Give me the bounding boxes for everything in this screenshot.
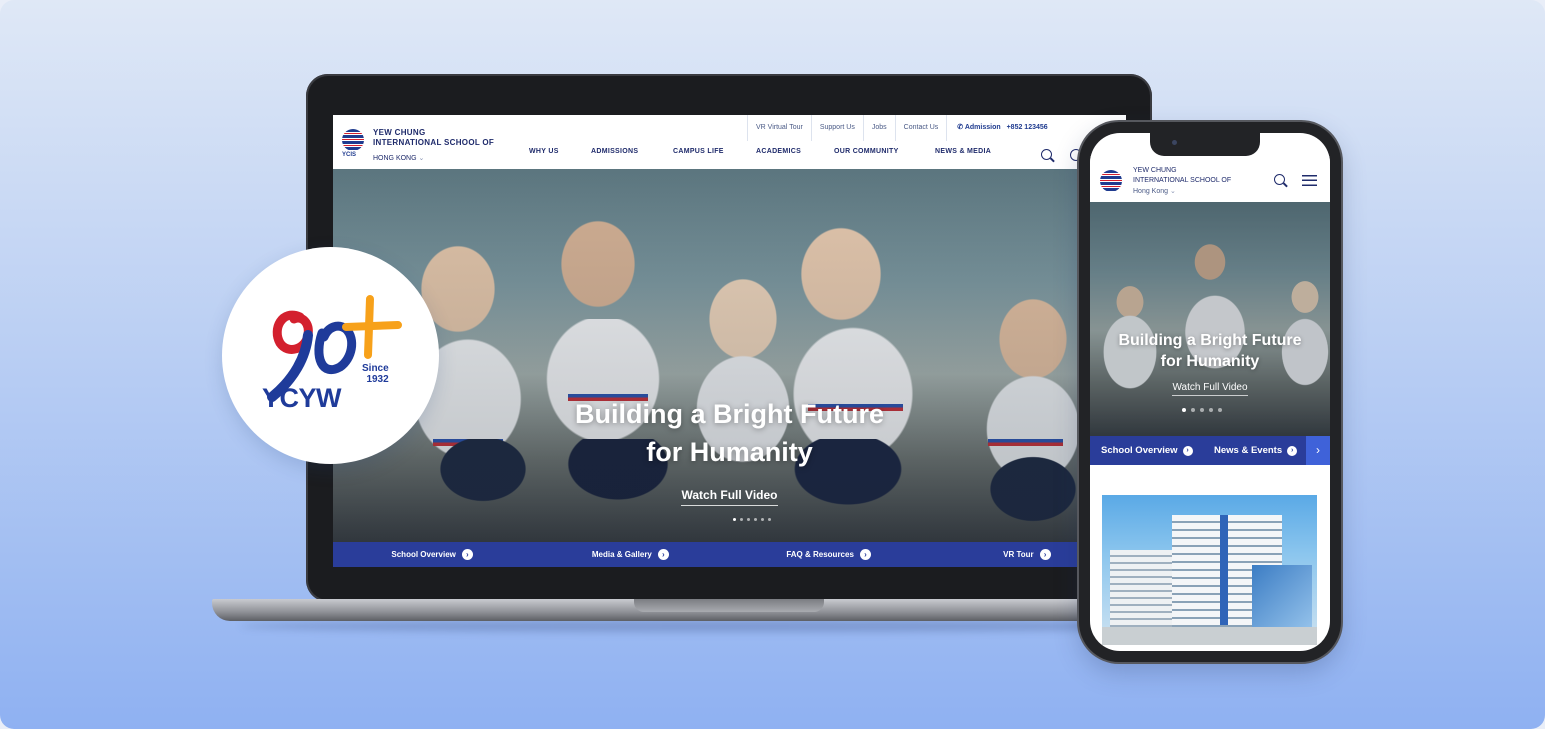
phone-icon: ✆ xyxy=(957,124,964,131)
hero-title-line-1: Building a Bright Future xyxy=(575,399,884,429)
quick-link-school-overview[interactable]: School Overview › xyxy=(333,542,531,567)
campus-building-image[interactable] xyxy=(1102,495,1317,645)
laptop-shadow xyxy=(240,620,1210,632)
since-year: 1932 xyxy=(366,374,389,385)
carousel-dot[interactable] xyxy=(740,518,743,521)
mobile-quick-link-news-events[interactable]: News & Events › xyxy=(1214,436,1298,465)
quick-link-label: Media & Gallery xyxy=(591,550,652,559)
campus-label: Hong Kong xyxy=(1133,188,1169,195)
admission-phone: +852 123456 xyxy=(1006,124,1048,131)
hero-banner: Building a Bright Future for Humanity Wa… xyxy=(333,169,1126,542)
brand-line-1: YEW CHUNG xyxy=(373,128,426,137)
brand-line-2: INTERNATIONAL SCHOOL OF xyxy=(373,138,495,147)
admission-phone-link[interactable]: ✆ Admission +852 123456 xyxy=(946,115,1048,141)
main-nav: WHY US ADMISSIONS CAMPUS LIFE ACADEMICS … xyxy=(529,148,1015,155)
hero-title-line-2: for Humanity xyxy=(646,437,813,467)
hero-title-line-2: for Humanity xyxy=(1160,353,1260,370)
util-link-contact-us[interactable]: Contact Us xyxy=(894,115,947,141)
brand-line-1: YEW CHUNG xyxy=(1133,167,1177,174)
nav-admissions[interactable]: ADMISSIONS xyxy=(591,148,673,155)
quick-link-label: VR Tour xyxy=(1003,550,1034,559)
building-stripe xyxy=(1220,515,1228,625)
school-logo-icon[interactable] xyxy=(342,129,364,151)
util-link-jobs[interactable]: Jobs xyxy=(862,115,895,141)
hero-title-line-1: Building a Bright Future xyxy=(1118,332,1302,349)
carousel-dot[interactable] xyxy=(733,518,736,521)
nav-academics[interactable]: ACADEMICS xyxy=(756,148,834,155)
anniversary-badge xyxy=(222,247,439,464)
quick-link-label: School Overview xyxy=(1101,445,1178,456)
quick-link-media-gallery[interactable]: Media & Gallery › xyxy=(531,542,729,567)
mobile-header: YEW CHUNG INTERNATIONAL SCHOOL OF Hong K… xyxy=(1090,156,1330,202)
util-link-vr-tour[interactable]: VR Virtual Tour xyxy=(747,115,811,141)
watch-video-link[interactable]: Watch Full Video xyxy=(333,488,1126,506)
carousel-dot[interactable] xyxy=(754,518,757,521)
badge-since-text: Since 1932 xyxy=(362,363,389,385)
camera-icon xyxy=(1172,140,1177,145)
search-icon[interactable] xyxy=(1041,149,1052,160)
quick-link-faq-resources[interactable]: FAQ & Resources › xyxy=(730,542,928,567)
carousel-dot[interactable] xyxy=(1209,408,1213,412)
laptop-trackpad-notch xyxy=(634,599,824,612)
nav-news-media[interactable]: NEWS & MEDIA xyxy=(935,148,1015,155)
carousel-dots[interactable] xyxy=(733,518,771,521)
arrow-right-icon: › xyxy=(1287,445,1298,456)
logo-caption: YCIS xyxy=(342,152,357,158)
nav-why-us[interactable]: WHY US xyxy=(529,148,591,155)
brand-line-2: INTERNATIONAL SCHOOL OF xyxy=(1133,177,1232,184)
hero-overlay xyxy=(333,169,1126,542)
campus-label: HONG KONG xyxy=(373,155,417,162)
quick-links-bar: School Overview › Media & Gallery › FAQ … xyxy=(333,542,1126,567)
carousel-dot[interactable] xyxy=(1182,408,1186,412)
carousel-dot[interactable] xyxy=(1200,408,1204,412)
arrow-right-icon: › xyxy=(657,549,669,560)
brand-name[interactable]: YEW CHUNG INTERNATIONAL SCHOOL OF xyxy=(373,128,494,148)
carousel-dot[interactable] xyxy=(747,518,750,521)
mobile-watch-video-link[interactable]: Watch Full Video xyxy=(1090,382,1330,396)
carousel-dots[interactable] xyxy=(1182,408,1222,412)
mobile-quick-link-school-overview[interactable]: School Overview › xyxy=(1101,436,1193,465)
watch-video-label: Watch Full Video xyxy=(1172,382,1248,396)
nav-our-community[interactable]: OUR COMMUNITY xyxy=(834,148,935,155)
nav-campus-life[interactable]: CAMPUS LIFE xyxy=(673,148,756,155)
ninety-plus-logo-icon xyxy=(267,295,402,402)
quick-link-label: FAQ & Resources xyxy=(786,550,854,559)
site-header: YCIS YEW CHUNG INTERNATIONAL SCHOOL OF H… xyxy=(333,115,1126,169)
carousel-dot[interactable] xyxy=(768,518,771,521)
utility-links: VR Virtual Tour Support Us Jobs Contact … xyxy=(747,115,1048,141)
badge-wordmark: YCYW xyxy=(262,383,342,413)
phone-notch xyxy=(1150,133,1260,156)
mobile-brand-name[interactable]: YEW CHUNG INTERNATIONAL SCHOOL OF xyxy=(1133,166,1231,186)
carousel-dot[interactable] xyxy=(1191,408,1195,412)
mobile-quick-links-bar: School Overview › News & Events › › xyxy=(1090,436,1330,465)
quick-link-label: School Overview xyxy=(391,550,456,559)
phone-screen: YEW CHUNG INTERNATIONAL SCHOOL OF Hong K… xyxy=(1090,133,1330,651)
school-logo-icon[interactable] xyxy=(1100,170,1122,192)
mobile-hero-title: Building a Bright Future for Humanity xyxy=(1090,330,1330,372)
chevron-down-icon: ⌄ xyxy=(1169,188,1176,195)
arrow-right-icon: › xyxy=(1182,445,1193,456)
arrow-right-icon: › xyxy=(461,549,473,560)
since-label: Since xyxy=(362,363,389,374)
search-icon[interactable] xyxy=(1274,174,1285,185)
campus-selector[interactable]: HONG KONG ⌄ xyxy=(373,154,424,162)
laptop-screen: YCIS YEW CHUNG INTERNATIONAL SCHOOL OF H… xyxy=(333,115,1126,567)
hamburger-menu-icon[interactable] xyxy=(1302,175,1317,186)
chevron-down-icon: ⌄ xyxy=(418,155,425,162)
arrow-right-icon: › xyxy=(859,549,871,560)
mobile-campus-selector[interactable]: Hong Kong ⌄ xyxy=(1133,187,1176,195)
building-ground xyxy=(1102,627,1317,645)
util-link-support-us[interactable]: Support Us xyxy=(810,115,863,141)
admission-label: Admission xyxy=(964,124,1001,131)
arrow-right-icon: › xyxy=(1039,549,1051,560)
mobile-hero-banner: Building a Bright Future for Humanity Wa… xyxy=(1090,202,1330,436)
quick-link-label: News & Events xyxy=(1214,445,1283,456)
hero-title: Building a Bright Future for Humanity xyxy=(333,395,1126,471)
hero-overlay xyxy=(1090,202,1330,436)
chevron-right-icon[interactable]: › xyxy=(1306,436,1330,465)
watch-video-label: Watch Full Video xyxy=(681,488,778,506)
carousel-dot[interactable] xyxy=(761,518,764,521)
carousel-dot[interactable] xyxy=(1218,408,1222,412)
promo-stage: YCIS YEW CHUNG INTERNATIONAL SCHOOL OF H… xyxy=(0,0,1545,729)
